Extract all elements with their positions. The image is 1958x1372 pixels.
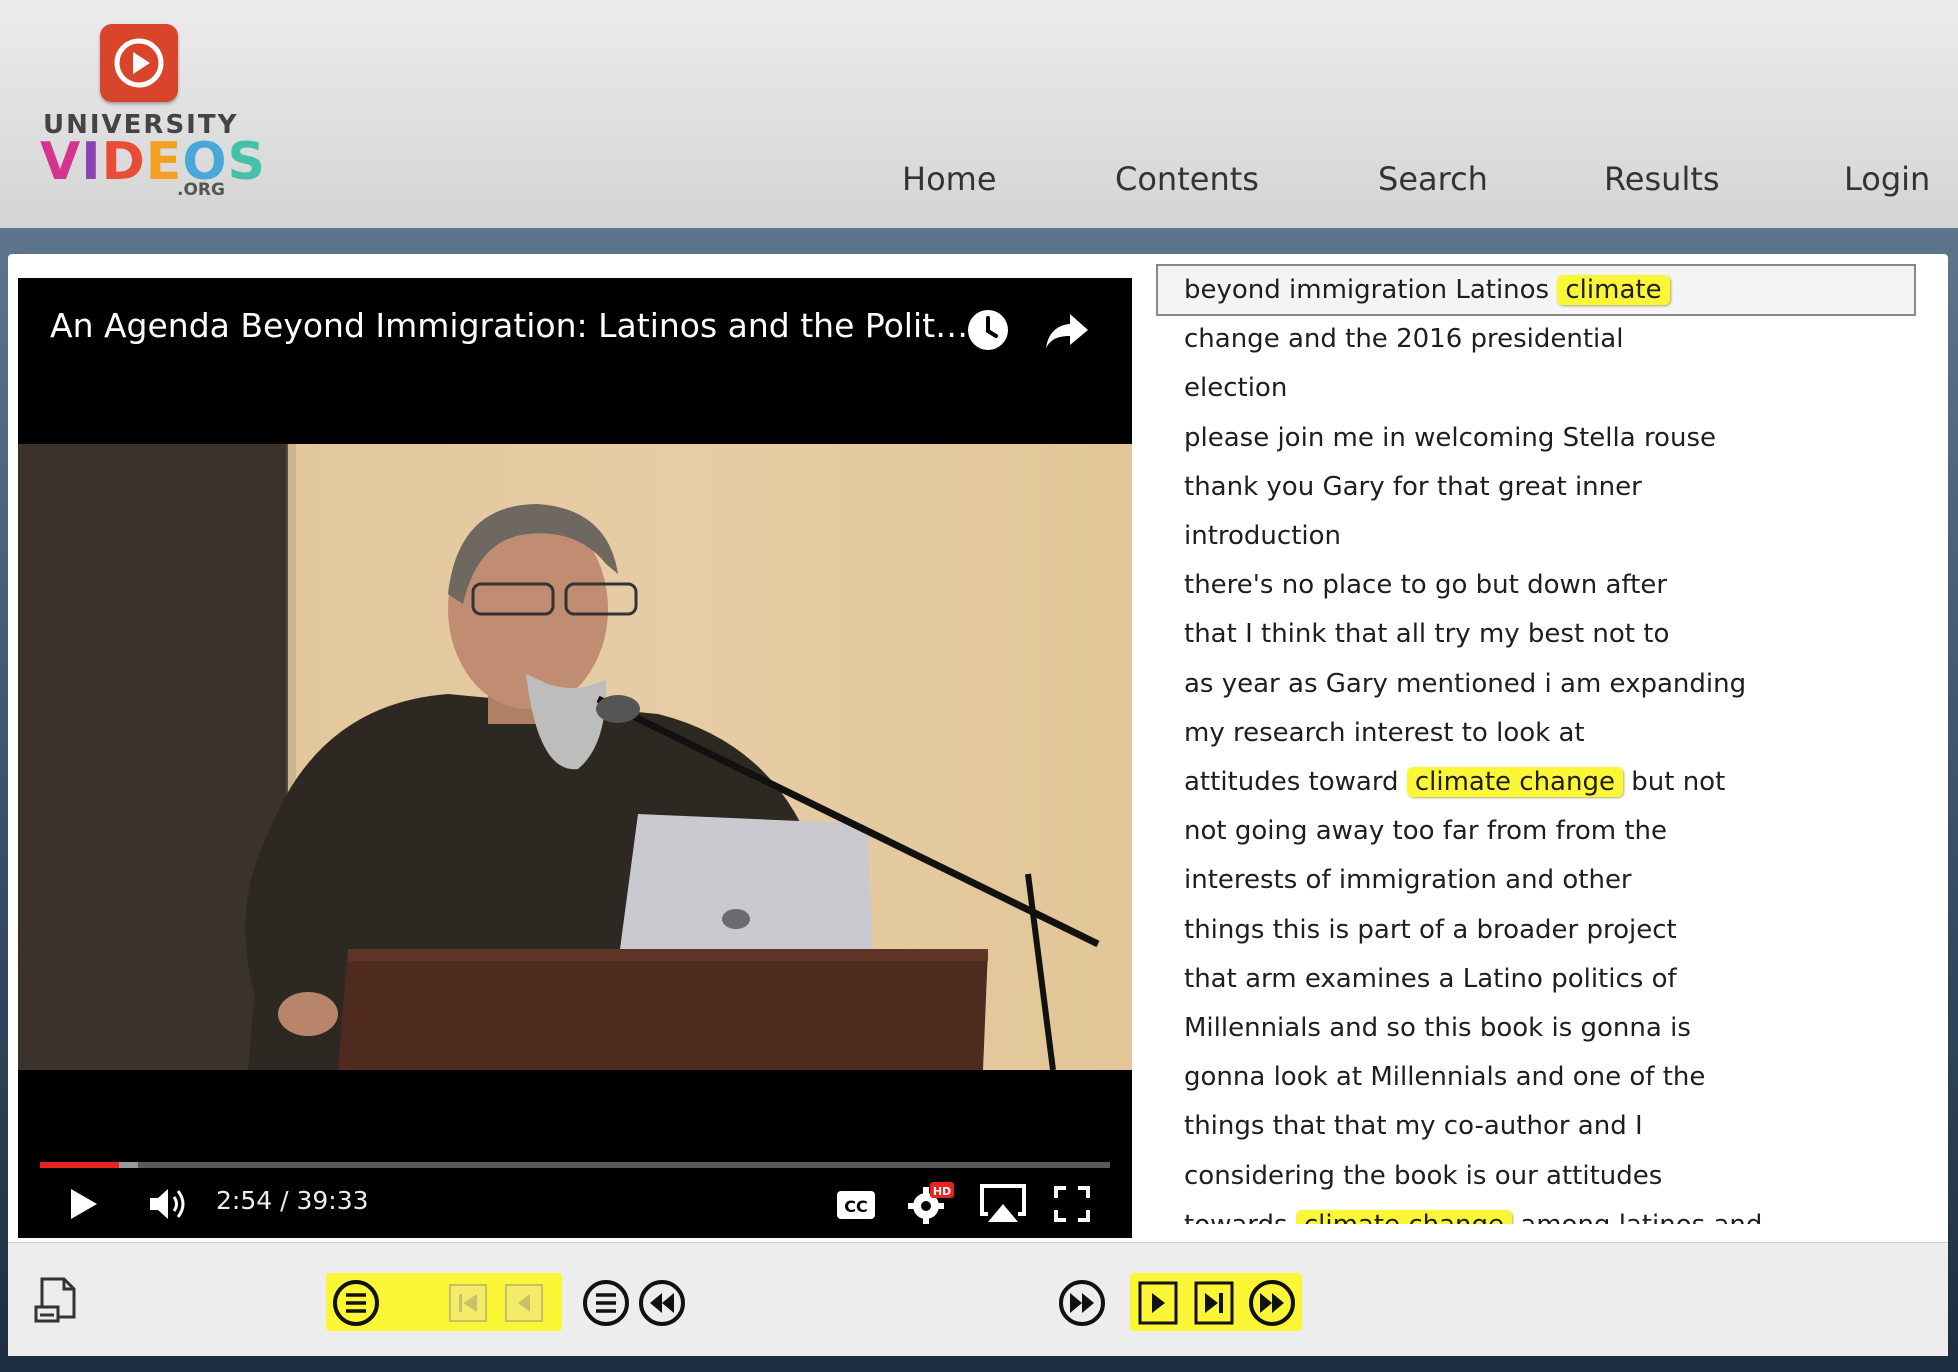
- transcript-line[interactable]: things that that my co-author and I: [1184, 1108, 1643, 1144]
- play-icon[interactable]: [68, 1186, 100, 1222]
- progress-bar[interactable]: [40, 1162, 1110, 1168]
- transcript-line[interactable]: election: [1184, 370, 1287, 406]
- logo-letter: V: [40, 132, 82, 192]
- video-title[interactable]: An Agenda Beyond Immigration: Latinos an…: [50, 306, 970, 345]
- nav-home[interactable]: Home: [902, 160, 997, 198]
- transcript-text: towards: [1184, 1210, 1296, 1224]
- transcript-text: not going away too far from from the: [1184, 816, 1668, 847]
- first-match-icon[interactable]: [448, 1283, 488, 1323]
- nav-login[interactable]: Login: [1844, 160, 1930, 198]
- list-icon[interactable]: [582, 1279, 630, 1327]
- settings-hd-icon[interactable]: HD: [908, 1182, 954, 1224]
- transcript-line[interactable]: beyond immigration Latinos climate: [1184, 272, 1670, 308]
- video-frame[interactable]: [18, 444, 1132, 1070]
- transcript-text: beyond immigration Latinos: [1184, 275, 1558, 305]
- transcript-line[interactable]: attitudes toward climate change but not: [1184, 764, 1725, 800]
- airplay-icon[interactable]: [980, 1184, 1026, 1224]
- next-highlight-icon[interactable]: [1248, 1279, 1296, 1327]
- site-logo[interactable]: UNIVERSITY VIDEOS .ORG: [40, 24, 265, 204]
- search-highlight: climate change: [1406, 767, 1623, 797]
- transcript-text: Millennials and so this book is gonna is: [1184, 1013, 1691, 1043]
- transcript-line[interactable]: interests of immigration and other: [1184, 862, 1632, 898]
- transcript-line[interactable]: things this is part of a broader project: [1184, 912, 1677, 948]
- transcript-text: but not: [1622, 767, 1726, 797]
- transcript-line[interactable]: towards climate change among latinos and: [1184, 1207, 1762, 1224]
- transcript-text: change and the 2016 presidential: [1184, 324, 1624, 355]
- play-logo-icon: [100, 24, 178, 102]
- transcript-line[interactable]: not going away too far from from the: [1184, 813, 1667, 849]
- transcript-line[interactable]: gonna look at Millennials and one of the: [1184, 1059, 1705, 1095]
- video-player[interactable]: An Agenda Beyond Immigration: Latinos an…: [18, 278, 1132, 1238]
- transcript-line[interactable]: please join me in welcoming Stella rouse: [1184, 420, 1716, 456]
- nav-contents[interactable]: Contents: [1115, 160, 1259, 198]
- nav-results[interactable]: Results: [1604, 160, 1720, 198]
- logo-org-text: .ORG: [177, 180, 225, 200]
- transcript-text: introduction: [1184, 521, 1342, 551]
- transcript-text: there's no place to go but down after: [1184, 570, 1668, 601]
- fullscreen-icon[interactable]: [1054, 1186, 1090, 1222]
- highlight-list-icon[interactable]: [332, 1279, 380, 1327]
- site-header: UNIVERSITY VIDEOS .ORG Home Contents Sea…: [0, 0, 1958, 228]
- transcript-text: my research interest to look at: [1184, 717, 1585, 748]
- hd-badge: HD: [933, 1185, 951, 1198]
- transcript-line[interactable]: Millennials and so this book is gonna is: [1184, 1010, 1691, 1046]
- transcript-line[interactable]: change and the 2016 presidential: [1184, 321, 1623, 357]
- transcript-line[interactable]: thank you Gary for that great inner: [1184, 469, 1642, 505]
- transcript-line[interactable]: introduction: [1184, 518, 1341, 554]
- fast-forward-icon[interactable]: [1058, 1279, 1106, 1327]
- cc-icon[interactable]: CC: [836, 1190, 876, 1220]
- transcript-text: that I think that all try my best not to: [1184, 619, 1670, 650]
- transcript-doc-icon[interactable]: [34, 1277, 78, 1325]
- transcript-panel[interactable]: beyond immigration Latinos climate change…: [1154, 254, 1948, 1224]
- share-icon[interactable]: [1044, 308, 1088, 352]
- transcript-text: things that that my co-author and I: [1184, 1111, 1643, 1142]
- transcript-line[interactable]: considering the book is our attitudes: [1184, 1158, 1662, 1194]
- transcript-line[interactable]: that I think that all try my best not to: [1184, 616, 1669, 652]
- cc-label: CC: [844, 1197, 867, 1216]
- next-match-icon[interactable]: [1138, 1281, 1178, 1325]
- transcript-text: thank you Gary for that great inner: [1184, 471, 1642, 502]
- search-highlight: climate: [1557, 275, 1670, 305]
- transcript-line[interactable]: as year as Gary mentioned i am expanding: [1184, 666, 1746, 702]
- logo-videos-text: VIDEOS: [40, 132, 266, 192]
- watch-later-icon[interactable]: [966, 308, 1010, 352]
- transcript-text: attitudes toward: [1184, 767, 1407, 797]
- time-display: 2:54 / 39:33: [216, 1186, 369, 1215]
- transcript-text: please join me in welcoming Stella rouse: [1184, 422, 1716, 453]
- transcript-text: among latinos and: [1512, 1210, 1762, 1224]
- navigation-toolbar: [8, 1242, 1948, 1356]
- search-highlight: climate change: [1295, 1209, 1513, 1224]
- rewind-icon[interactable]: [638, 1279, 686, 1327]
- transcript-text: considering the book is our attitudes: [1184, 1160, 1663, 1191]
- transcript-text: gonna look at Millennials and one of the: [1184, 1062, 1706, 1093]
- volume-icon[interactable]: [148, 1186, 190, 1222]
- transcript-text: as year as Gary mentioned i am expanding: [1184, 668, 1747, 699]
- transcript-text: that arm examines a Latino politics of: [1184, 963, 1677, 994]
- transcript-text: election: [1184, 373, 1288, 404]
- transcript-line[interactable]: that arm examines a Latino politics of: [1184, 961, 1677, 997]
- main-panel: An Agenda Beyond Immigration: Latinos an…: [8, 254, 1948, 1356]
- transcript-line[interactable]: there's no place to go but down after: [1184, 567, 1667, 603]
- progress-played: [40, 1162, 120, 1168]
- logo-letter: I: [81, 132, 102, 192]
- logo-letter: D: [101, 132, 146, 192]
- logo-letter: S: [227, 132, 266, 192]
- transcript-line[interactable]: my research interest to look at: [1184, 715, 1585, 751]
- transcript-text: interests of immigration and other: [1184, 865, 1632, 896]
- transcript-text: things this is part of a broader project: [1184, 914, 1677, 945]
- prev-match-icon[interactable]: [504, 1283, 544, 1323]
- last-match-icon[interactable]: [1194, 1281, 1234, 1325]
- nav-search[interactable]: Search: [1378, 160, 1488, 198]
- speaker-scene: [245, 504, 1100, 1070]
